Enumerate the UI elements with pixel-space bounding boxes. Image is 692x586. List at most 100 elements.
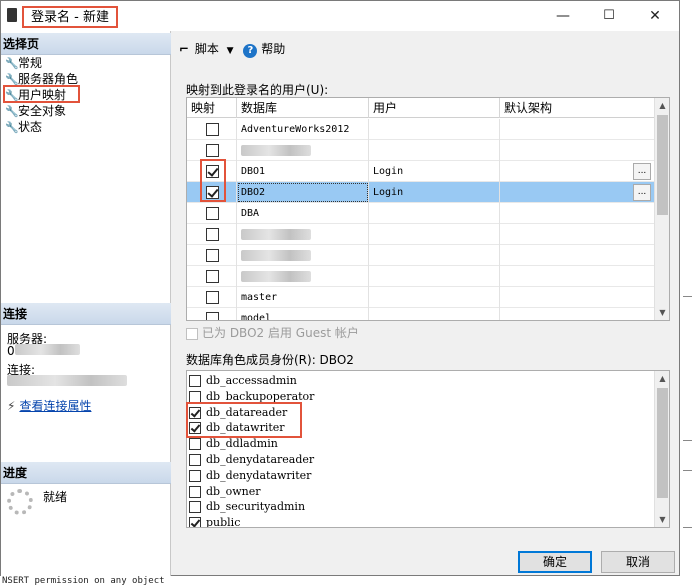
role-name: public bbox=[206, 516, 241, 528]
user-cell[interactable] bbox=[369, 119, 500, 140]
table-row[interactable] bbox=[187, 266, 655, 287]
role-item[interactable]: db_accessadmin bbox=[189, 373, 297, 389]
roles-scrollbar[interactable]: ▲ ▼ bbox=[654, 371, 669, 527]
role-checkbox[interactable] bbox=[189, 517, 201, 527]
map-checkbox[interactable] bbox=[206, 123, 219, 136]
redacted-database-name bbox=[241, 229, 311, 240]
map-checkbox[interactable] bbox=[206, 228, 219, 241]
user-cell[interactable] bbox=[369, 224, 500, 245]
connection-properties-link[interactable]: ⚡ 查看连接属性 bbox=[7, 398, 91, 414]
scroll-down-icon[interactable]: ▼ bbox=[655, 305, 669, 320]
table-row[interactable] bbox=[187, 140, 655, 161]
connection-name-redacted bbox=[7, 375, 127, 386]
scroll-thumb[interactable] bbox=[657, 388, 668, 498]
page-item-status[interactable]: 🔧状态 bbox=[5, 119, 42, 135]
default-schema-cell[interactable] bbox=[500, 182, 655, 203]
col-header-database[interactable]: 数据库 bbox=[237, 98, 369, 118]
map-checkbox[interactable] bbox=[206, 249, 219, 262]
role-item[interactable]: db_securityadmin bbox=[189, 499, 305, 515]
default-schema-cell[interactable] bbox=[500, 119, 655, 140]
database-cell[interactable]: AdventureWorks2012 bbox=[237, 119, 369, 140]
user-cell[interactable] bbox=[369, 266, 500, 287]
map-checkbox[interactable] bbox=[206, 144, 219, 157]
table-row[interactable]: model bbox=[187, 308, 655, 320]
role-item[interactable]: db_denydatareader bbox=[189, 452, 314, 468]
table-row[interactable]: AdventureWorks2012 bbox=[187, 119, 655, 140]
role-checkbox[interactable] bbox=[189, 390, 201, 403]
schema-browse-button[interactable]: ... bbox=[633, 184, 651, 201]
table-row[interactable]: DBO1 Login... bbox=[187, 161, 655, 182]
user-cell[interactable] bbox=[369, 245, 500, 266]
script-dropdown-icon[interactable]: ▼ bbox=[227, 46, 234, 56]
page-item-label: 服务器角色 bbox=[18, 72, 79, 86]
user-cell[interactable] bbox=[369, 287, 500, 308]
database-cell[interactable]: model bbox=[237, 308, 369, 320]
scroll-down-icon[interactable]: ▼ bbox=[655, 512, 669, 527]
default-schema-cell[interactable] bbox=[500, 308, 655, 320]
map-checkbox[interactable] bbox=[206, 312, 219, 320]
role-item[interactable]: db_ddladmin bbox=[189, 436, 278, 452]
table-row[interactable]: DBO2 Login... bbox=[187, 182, 655, 203]
scroll-thumb[interactable] bbox=[657, 115, 668, 215]
database-cell[interactable]: master bbox=[237, 287, 369, 308]
table-row[interactable] bbox=[187, 245, 655, 266]
database-cell[interactable]: DBO1 bbox=[237, 161, 369, 182]
role-checkbox[interactable] bbox=[189, 438, 201, 451]
user-mapping-grid[interactable]: 映射 数据库 用户 默认架构 AdventureWorks2012 DBO1 Log… bbox=[186, 97, 670, 321]
default-schema-cell[interactable] bbox=[500, 266, 655, 287]
default-schema-cell[interactable] bbox=[500, 203, 655, 224]
default-schema-cell[interactable] bbox=[500, 245, 655, 266]
map-checkbox[interactable] bbox=[206, 291, 219, 304]
database-cell[interactable]: DBA bbox=[237, 203, 369, 224]
role-item[interactable]: public bbox=[189, 515, 241, 528]
grid-scrollbar[interactable]: ▲ ▼ bbox=[654, 98, 669, 320]
minimize-button[interactable]: — bbox=[540, 1, 586, 31]
role-checkbox[interactable] bbox=[189, 454, 201, 466]
user-cell[interactable]: Login bbox=[369, 182, 500, 203]
page-item-securables[interactable]: 🔧安全对象 bbox=[5, 103, 66, 119]
col-header-default-schema[interactable]: 默认架构 bbox=[500, 98, 657, 118]
role-checkbox[interactable] bbox=[189, 469, 201, 482]
table-row[interactable]: DBA bbox=[187, 203, 655, 224]
page-item-general[interactable]: 🔧常规 bbox=[5, 55, 42, 71]
table-row[interactable]: master bbox=[187, 287, 655, 308]
database-roles-list[interactable]: db_accessadmin db_backupoperator db_datare… bbox=[186, 370, 670, 528]
role-checkbox[interactable] bbox=[189, 375, 201, 387]
role-name: db_ddladmin bbox=[206, 437, 278, 451]
script-icon[interactable]: ⌐ bbox=[179, 39, 191, 59]
user-cell[interactable] bbox=[369, 203, 500, 224]
ok-button[interactable]: 确定 bbox=[518, 551, 592, 573]
user-cell[interactable] bbox=[369, 140, 500, 161]
roles-highlight bbox=[186, 402, 302, 438]
map-checkbox[interactable] bbox=[206, 207, 219, 220]
map-checkbox[interactable] bbox=[206, 270, 219, 283]
view-connection-properties[interactable]: 查看连接属性 bbox=[19, 399, 91, 413]
default-schema-cell[interactable] bbox=[500, 140, 655, 161]
scroll-up-icon[interactable]: ▲ bbox=[655, 98, 669, 113]
default-schema-cell[interactable] bbox=[500, 224, 655, 245]
script-button[interactable]: 脚本 bbox=[195, 42, 219, 56]
role-name: db_denydatawriter bbox=[206, 468, 312, 482]
map-cell bbox=[187, 224, 237, 245]
left-panel: 选择页 🔧常规 🔧服务器角色 🔧用户映射 🔧安全对象 🔧状态 连接 服务器: 0… bbox=[1, 31, 171, 577]
schema-browse-button[interactable]: ... bbox=[633, 163, 651, 180]
maximize-button[interactable]: ☐ bbox=[586, 1, 632, 31]
table-row[interactable] bbox=[187, 224, 655, 245]
role-checkbox[interactable] bbox=[189, 501, 201, 514]
role-item[interactable]: db_owner bbox=[189, 484, 260, 500]
close-button[interactable]: ✕ bbox=[632, 1, 678, 31]
role-checkbox[interactable] bbox=[189, 485, 201, 498]
cancel-button[interactable]: 取消 bbox=[601, 551, 675, 573]
user-cell[interactable] bbox=[369, 308, 500, 320]
role-item[interactable]: db_denydatawriter bbox=[189, 468, 311, 484]
database-cell[interactable]: DBO2 bbox=[237, 182, 369, 203]
user-cell[interactable]: Login bbox=[369, 161, 500, 182]
help-button[interactable]: 帮助 bbox=[261, 42, 285, 56]
col-header-user[interactable]: 用户 bbox=[369, 98, 500, 118]
default-schema-cell[interactable] bbox=[500, 161, 655, 182]
role-name: db_accessadmin bbox=[206, 374, 297, 387]
col-header-map[interactable]: 映射 bbox=[187, 98, 237, 118]
default-schema-cell[interactable] bbox=[500, 287, 655, 308]
help-icon[interactable]: ? bbox=[243, 44, 258, 58]
scroll-up-icon[interactable]: ▲ bbox=[655, 371, 669, 386]
